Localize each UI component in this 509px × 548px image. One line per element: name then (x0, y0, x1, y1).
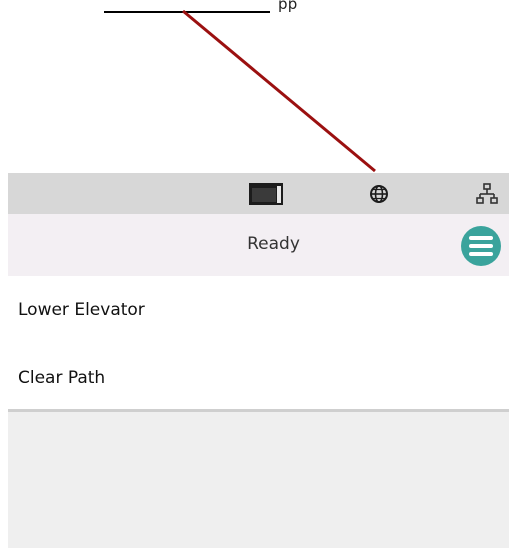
action-list: Lower Elevator Clear Path (8, 276, 509, 409)
status-text: Ready (247, 234, 300, 254)
menu-bar-icon (469, 236, 493, 240)
menu-button[interactable] (461, 226, 501, 266)
annotation-area: pp (0, 0, 509, 173)
window-icon[interactable] (246, 173, 286, 214)
toolbar (8, 173, 509, 214)
status-bar: Ready (8, 214, 509, 276)
globe-icon[interactable] (362, 173, 396, 214)
action-lower-elevator[interactable]: Lower Elevator (18, 300, 145, 320)
menu-bar-icon (469, 252, 493, 256)
menu-bar-icon (469, 244, 493, 248)
app-root: pp Ready Lower Elevator Clear Path (0, 0, 509, 548)
action-clear-path[interactable]: Clear Path (18, 368, 105, 388)
empty-panel (8, 412, 509, 548)
network-icon[interactable] (470, 173, 504, 214)
pointer-line-stroke (182, 9, 376, 173)
pointer-line (182, 9, 376, 173)
